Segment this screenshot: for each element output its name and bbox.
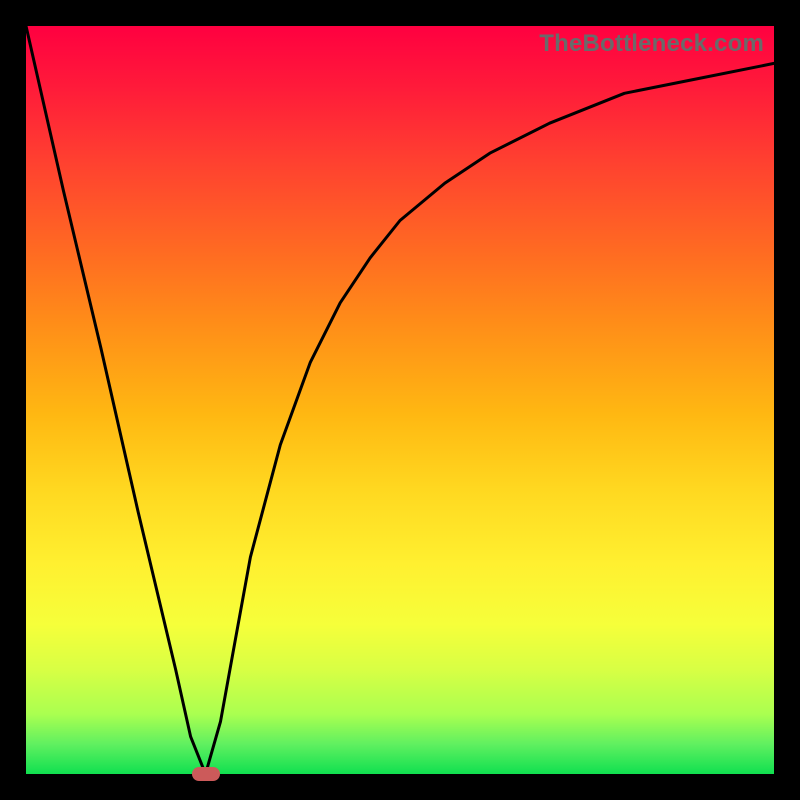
watermark: TheBottleneck.com [539,30,764,58]
minimum-marker [192,767,220,781]
curve-path [26,26,774,774]
plot-area: TheBottleneck.com [26,26,774,774]
curve-svg [26,26,774,774]
chart-frame: TheBottleneck.com [0,0,800,800]
